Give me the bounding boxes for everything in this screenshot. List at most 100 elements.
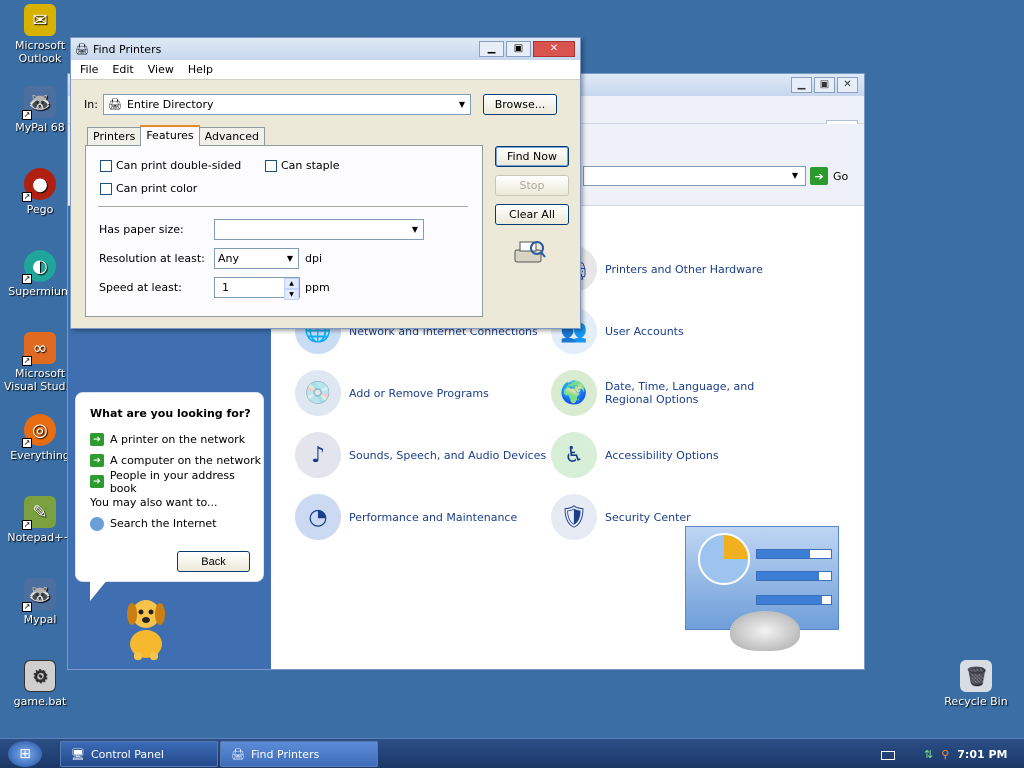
control-panel-illustration	[685, 526, 839, 651]
minimize-icon[interactable]: ▁	[479, 41, 504, 57]
desktop-icon-label: Microsoft Outlook	[14, 39, 66, 65]
assistant-link-people[interactable]: ➔ People in your address book	[90, 469, 263, 495]
taskbar-item-find-printers[interactable]: 🖨 Find Printers	[220, 741, 378, 767]
back-button[interactable]: Back	[177, 551, 250, 572]
checkbox-staple[interactable]: Can staple	[265, 159, 339, 172]
keyboard-icon[interactable]	[881, 751, 895, 760]
search-globe-icon	[90, 516, 104, 531]
accessibility-icon: ♿	[551, 432, 597, 478]
find-printers-titlebar[interactable]: 🖨 Find Printers ▁ ▣ ✕	[71, 38, 580, 60]
go-arrow-icon: ➔	[810, 167, 828, 185]
in-location-select[interactable]: 🖨 Entire Directory ▼	[103, 94, 471, 115]
address-input[interactable]: ▼	[583, 166, 806, 186]
mouse-illustration	[730, 611, 800, 651]
menu-edit[interactable]: Edit	[112, 63, 133, 76]
slider-illustration	[756, 595, 832, 605]
batch-file-icon: ⚙	[24, 660, 56, 692]
close-icon[interactable]: ✕	[533, 41, 575, 57]
category-printers-hardware[interactable]: 🖨 Printers and Other Hardware	[551, 246, 763, 292]
resolution-unit: dpi	[305, 252, 323, 265]
start-button[interactable]: ⊞	[8, 741, 42, 767]
maximize-icon[interactable]: ▣	[814, 77, 835, 93]
speed-stepper[interactable]: 1 ▲ ▼	[214, 277, 300, 300]
desktop-icon-outlook[interactable]: ✉ Microsoft Outlook	[0, 4, 80, 65]
visual-studio-icon: ∞ ↗	[22, 332, 56, 366]
find-now-button[interactable]: Find Now	[495, 146, 569, 167]
close-icon[interactable]: ✕	[837, 77, 858, 93]
paper-size-select[interactable]: ▼	[214, 219, 424, 240]
search-assistant-pane: What are you looking for? ➔ A printer on …	[75, 392, 264, 601]
chevron-down-icon[interactable]: ▼	[454, 100, 470, 109]
checkbox-print-color[interactable]: Can print color	[100, 182, 197, 195]
programs-icon: 💿	[295, 370, 341, 416]
find-printers-dialog[interactable]: 🖨 Find Printers ▁ ▣ ✕ File Edit View Hel…	[70, 37, 581, 329]
speaker-icon: ♪	[295, 432, 341, 478]
tab-printers[interactable]: Printers	[87, 127, 142, 146]
network-tray-icon[interactable]: ⇅	[924, 748, 933, 761]
maximize-icon[interactable]: ▣	[506, 41, 531, 57]
everything-icon: ◎ ↗	[22, 414, 56, 448]
search-tray-icon[interactable]: ⚲	[941, 748, 949, 761]
mypal68-icon: 🦝 ↗	[22, 86, 56, 120]
browse-button[interactable]: Browse...	[483, 94, 557, 115]
control-panel-icon: 🖥	[71, 747, 85, 761]
chevron-down-icon[interactable]: ▼	[787, 171, 803, 180]
directory-icon: 🖨	[108, 98, 122, 111]
checkbox-double-sided[interactable]: Can print double-sided	[100, 159, 241, 172]
divider	[98, 206, 468, 207]
green-arrow-icon: ➔	[90, 454, 104, 467]
slider-illustration	[756, 549, 832, 559]
stop-button[interactable]: Stop	[495, 175, 569, 196]
speed-label: Speed at least:	[99, 281, 182, 294]
dialog-body: In: 🖨 Entire Directory ▼ Browse... Print…	[71, 81, 580, 328]
tab-features[interactable]: Features	[140, 125, 200, 146]
resolution-select[interactable]: Any ▼	[214, 248, 299, 269]
windows-logo-icon: ⊞	[19, 746, 31, 762]
globe-calendar-icon: 🌍	[551, 370, 597, 416]
search-printer-animation-icon	[514, 241, 546, 263]
speed-unit: ppm	[305, 281, 330, 294]
category-accessibility[interactable]: ♿ Accessibility Options	[551, 432, 719, 478]
paper-size-label: Has paper size:	[99, 223, 184, 236]
menu-view[interactable]: View	[148, 63, 174, 76]
search-dog-icon[interactable]	[116, 594, 176, 662]
tab-advanced[interactable]: Advanced	[198, 127, 265, 146]
system-tray: ⇅ ⚲ 7:01 PM	[914, 739, 1024, 768]
category-performance-maintenance[interactable]: ◔ Performance and Maintenance	[295, 494, 517, 540]
clear-all-button[interactable]: Clear All	[495, 204, 569, 225]
chevron-down-icon[interactable]: ▼	[282, 254, 298, 263]
green-arrow-icon: ➔	[90, 475, 104, 488]
checkbox-box[interactable]	[265, 159, 277, 172]
checkbox-box[interactable]	[100, 182, 112, 195]
chevron-down-icon[interactable]: ▼	[407, 225, 423, 234]
dialog-title: Find Printers	[92, 42, 162, 56]
outlook-icon: ✉	[24, 4, 56, 36]
clock[interactable]: 7:01 PM	[957, 748, 1007, 761]
desktop-icon-recycle-bin[interactable]: 🗑 Recycle Bin	[936, 660, 1016, 708]
tab-strip: Printers Features Advanced	[87, 125, 265, 146]
category-sounds-audio[interactable]: ♪ Sounds, Speech, and Audio Devices	[295, 432, 546, 478]
features-panel: Can print double-sided Can staple Can pr…	[85, 145, 483, 317]
go-button[interactable]: ➔ Go	[810, 166, 860, 186]
assistant-link-printer[interactable]: ➔ A printer on the network	[90, 429, 263, 450]
in-label: In:	[84, 98, 98, 111]
notepadpp-icon: ✎ ↗	[22, 496, 56, 530]
assistant-heading: What are you looking for?	[90, 407, 251, 420]
taskbar-item-control-panel[interactable]: 🖥 Control Panel	[60, 741, 218, 767]
resolution-label: Resolution at least:	[99, 252, 205, 265]
green-arrow-icon: ➔	[90, 433, 104, 446]
category-add-remove-programs[interactable]: 💿 Add or Remove Programs	[295, 370, 489, 416]
minimize-icon[interactable]: ▁	[791, 77, 812, 93]
menu-help[interactable]: Help	[188, 63, 213, 76]
taskbar: ⊞ 🖥 Control Panel 🖨 Find Printers ⇅ ⚲ 7:…	[0, 738, 1024, 768]
category-security-center[interactable]: 🛡 Security Center	[551, 494, 691, 540]
spin-up-icon[interactable]: ▲	[284, 278, 299, 289]
checkbox-box[interactable]	[100, 159, 112, 172]
category-date-time-regional[interactable]: 🌍 Date, Time, Language, and Regional Opt…	[551, 370, 805, 416]
assistant-link-search-internet[interactable]: Search the Internet	[90, 513, 263, 534]
menu-file[interactable]: File	[80, 63, 98, 76]
speech-bubble-tail	[90, 579, 108, 601]
desktop-icon-label: Recycle Bin	[944, 695, 1008, 708]
spin-down-icon[interactable]: ▼	[284, 289, 299, 300]
find-printers-icon: 🖨	[75, 42, 89, 56]
